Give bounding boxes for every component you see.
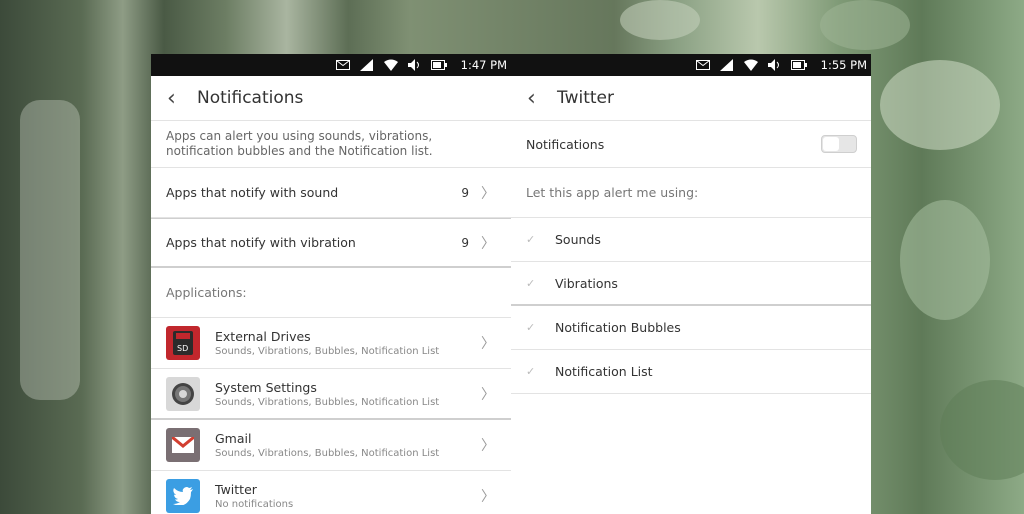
option-label: Sounds <box>555 232 601 247</box>
chevron-right-icon: 〉 <box>481 185 495 202</box>
notifications-screen: 1:47 PM ‹ Notifications Apps can alert y… <box>151 54 511 514</box>
chevron-right-icon: 〉 <box>481 336 495 352</box>
app-row-gmail[interactable]: Gmail Sounds, Vibrations, Bubbles, Notif… <box>151 420 511 471</box>
sound-apps-label: Apps that notify with sound <box>166 185 339 200</box>
status-time: 1:55 PM <box>820 58 867 72</box>
twitter-icon <box>166 479 200 513</box>
battery-icon <box>430 58 447 72</box>
notifications-description: Apps can alert you using sounds, vibrati… <box>151 121 511 168</box>
message-icon <box>335 58 351 72</box>
app-name: System Settings <box>215 379 317 395</box>
volume-icon <box>767 58 783 72</box>
twitter-notifications-screen: 1:55 PM ‹ Twitter Notifications Let this… <box>511 54 871 514</box>
app-name: Twitter <box>215 482 257 497</box>
notifications-toggle-label: Notifications <box>526 136 605 152</box>
option-row-notification-bubbles[interactable]: ✓ Notification Bubbles <box>511 306 871 350</box>
volume-icon <box>407 58 423 72</box>
checkbox-disabled-icon[interactable]: ✓ <box>526 277 540 290</box>
option-label: Notification Bubbles <box>555 320 681 335</box>
back-chevron-icon[interactable]: ‹ <box>527 86 557 111</box>
app-row-twitter[interactable]: Twitter No notifications 〉 <box>151 471 511 514</box>
app-notification-summary: Sounds, Vibrations, Bubbles, Notificatio… <box>215 448 440 459</box>
page-header: ‹ Notifications <box>151 76 511 121</box>
applications-label: Applications: <box>166 285 247 300</box>
option-label: Vibrations <box>555 275 618 291</box>
gear-icon <box>166 376 200 411</box>
sound-apps-count: 9 <box>461 185 469 200</box>
page-title: Notifications <box>197 88 304 108</box>
notifications-toggle-row: Notifications <box>511 121 871 168</box>
app-name: Gmail <box>215 431 252 446</box>
gmail-icon <box>166 428 200 462</box>
option-row-sounds[interactable]: ✓ Sounds <box>511 218 871 262</box>
applications-section-header: Applications: <box>151 268 511 318</box>
checkbox-disabled-icon[interactable]: ✓ <box>526 233 540 246</box>
app-notification-summary: No notifications <box>215 499 294 510</box>
option-row-notification-list[interactable]: ✓ Notification List <box>511 350 871 394</box>
status-bar: 1:55 PM <box>511 54 871 76</box>
cellular-signal-icon <box>359 58 375 72</box>
app-notification-summary: Sounds, Vibrations, Bubbles, Notificatio… <box>215 396 440 408</box>
app-row-system-settings[interactable]: System Settings Sounds, Vibrations, Bubb… <box>151 369 511 420</box>
option-row-vibrations[interactable]: ✓ Vibrations <box>511 262 871 306</box>
sound-apps-row[interactable]: Apps that notify with sound 9 〉 <box>151 168 511 218</box>
sd-badge: SD <box>177 344 188 353</box>
wifi-icon <box>383 58 399 72</box>
chevron-right-icon: 〉 <box>481 386 495 403</box>
battery-icon <box>790 58 807 72</box>
back-chevron-icon[interactable]: ‹ <box>167 86 197 111</box>
app-notification-summary: Sounds, Vibrations, Bubbles, Notificatio… <box>215 346 440 357</box>
status-time: 1:47 PM <box>460 58 507 72</box>
notifications-toggle[interactable] <box>821 135 857 153</box>
app-name: External Drives <box>215 329 311 344</box>
wifi-icon <box>743 58 759 72</box>
cellular-signal-icon <box>719 58 735 72</box>
vibration-apps-count: 9 <box>461 235 469 250</box>
chevron-right-icon: 〉 <box>481 489 495 505</box>
vibration-apps-label: Apps that notify with vibration <box>166 235 356 250</box>
alert-methods-header: Let this app alert me using: <box>511 168 871 218</box>
message-icon <box>695 58 711 72</box>
checkbox-disabled-icon[interactable]: ✓ <box>526 365 540 378</box>
toggle-knob <box>823 137 839 151</box>
status-bar: 1:47 PM <box>151 54 511 76</box>
page-title: Twitter <box>557 88 614 108</box>
option-label: Notification List <box>555 364 653 379</box>
app-row-external-drives[interactable]: SD External Drives Sounds, Vibrations, B… <box>151 318 511 369</box>
chevron-right-icon: 〉 <box>481 235 495 252</box>
alert-methods-label: Let this app alert me using: <box>526 185 699 200</box>
checkbox-disabled-icon[interactable]: ✓ <box>526 321 540 334</box>
chevron-right-icon: 〉 <box>481 438 495 454</box>
page-header: ‹ Twitter <box>511 76 871 121</box>
sd-card-icon: SD <box>166 326 200 360</box>
vibration-apps-row[interactable]: Apps that notify with vibration 9 〉 <box>151 218 511 268</box>
